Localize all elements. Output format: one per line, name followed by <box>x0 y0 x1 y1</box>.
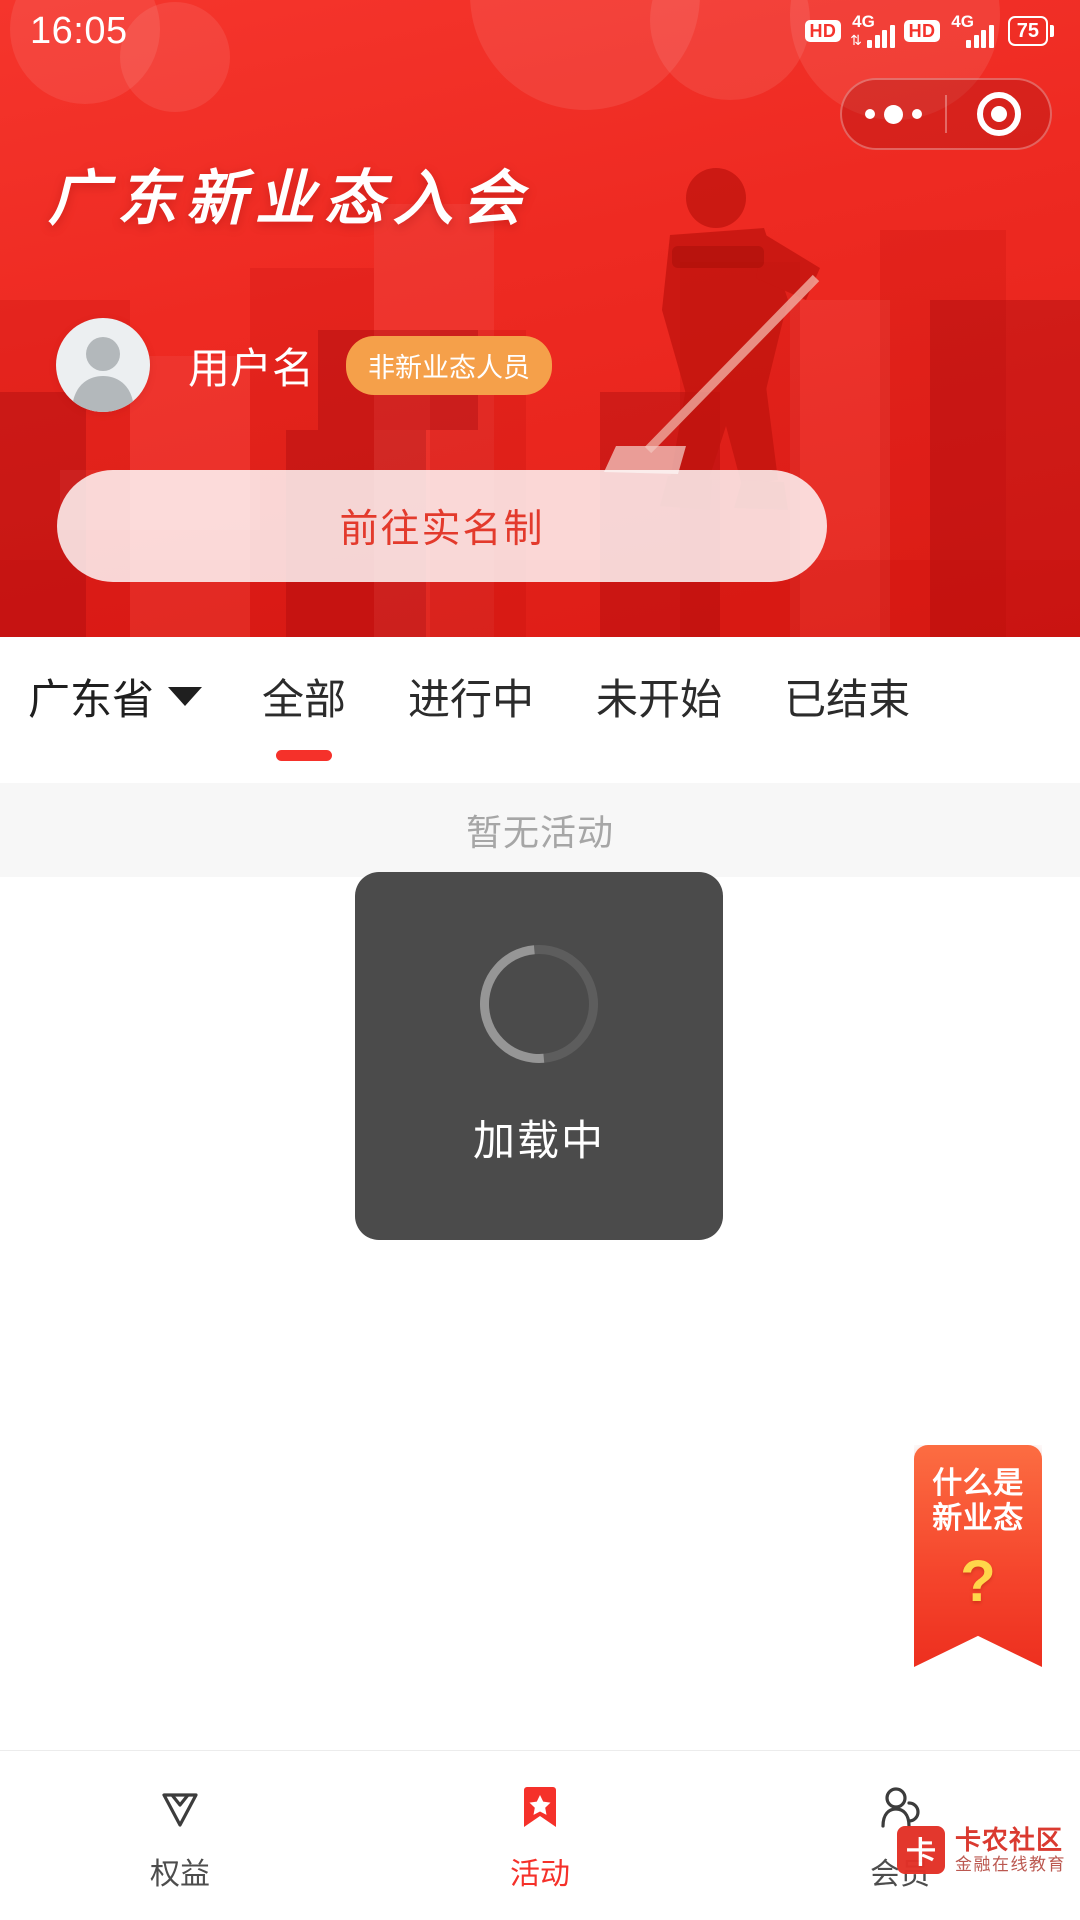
region-label: 广东省 <box>28 675 155 723</box>
question-mark-icon: ? <box>960 1549 996 1614</box>
loading-spinner-icon <box>455 920 623 1087</box>
chevron-down-icon <box>168 686 203 706</box>
network-type-2: 4G <box>951 12 974 31</box>
badge-line-2: 新业态 <box>932 1501 1024 1535</box>
data-transfer-icon: ⇅ <box>850 32 862 48</box>
more-dots-icon[interactable] <box>842 104 945 124</box>
empty-state-text: 暂无活动 <box>465 812 614 853</box>
battery-level: 75 <box>1016 20 1039 42</box>
badge-text: 什么是 新业态 <box>914 1467 1042 1537</box>
nav-item-label: 权益 <box>150 1857 210 1891</box>
page-title: 广东新业态入会 <box>48 164 531 234</box>
watermark-title: 卡农社区 <box>955 1824 1064 1855</box>
network-type-1: 4G <box>852 12 875 31</box>
person-avatar-icon <box>72 337 134 412</box>
tab-label: 未开始 <box>596 675 723 723</box>
wechat-capsule[interactable] <box>840 78 1052 150</box>
watermark-logo-icon: 卡 <box>897 1825 945 1874</box>
loading-label: 加载中 <box>472 1116 605 1164</box>
diamond-icon <box>154 1779 206 1835</box>
nav-item-0[interactable]: 权益 <box>0 1779 360 1893</box>
what-is-new-format-badge[interactable]: 什么是 新业态 ? <box>914 1445 1042 1667</box>
watermark: 卡 卡农社区 金融在线教育 <box>897 1824 1066 1874</box>
tab-list: 全部 进行中 未开始 已结束 <box>224 666 1080 761</box>
filter-tab-bar: 广东省 全部 进行中 未开始 已结束 <box>0 637 1080 761</box>
tab-3[interactable]: 已结束 <box>760 666 934 727</box>
battery-icon: 75 <box>1003 16 1054 46</box>
tab-active-indicator <box>276 749 333 761</box>
status-time: 16:05 <box>30 10 128 52</box>
tab-1[interactable]: 进行中 <box>384 666 558 727</box>
bookmark-star-icon <box>514 1779 566 1835</box>
tab-label: 全部 <box>262 675 347 723</box>
badge-line-1: 什么是 <box>932 1467 1024 1500</box>
status-indicators: HD 4G ⇅ HD 4G 75 <box>804 12 1054 48</box>
nav-item-label: 活动 <box>510 1857 570 1891</box>
user-name: 用户名 <box>188 344 315 392</box>
tab-label: 已结束 <box>784 675 911 723</box>
tab-2[interactable]: 未开始 <box>572 666 746 727</box>
empty-state-band: 暂无活动 <box>0 783 1080 877</box>
avatar[interactable] <box>56 318 150 412</box>
user-profile-row[interactable]: 用户名 非新业态人员 <box>56 318 553 412</box>
tab-0[interactable]: 全部 <box>238 666 370 761</box>
signal-icon-2: 4G <box>949 12 994 48</box>
watermark-subtitle: 金融在线教育 <box>955 1854 1066 1874</box>
region-selector[interactable]: 广东省 <box>28 666 203 727</box>
signal-icon-1: 4G ⇅ <box>850 12 895 48</box>
tab-label: 进行中 <box>408 675 535 723</box>
loading-toast: 加载中 <box>355 872 723 1240</box>
status-badge: 非新业态人员 <box>346 335 553 395</box>
hd-icon-2: HD <box>903 19 941 43</box>
realname-cta-button[interactable]: 前往实名制 <box>57 470 827 582</box>
nav-item-1[interactable]: 活动 <box>360 1779 720 1893</box>
hd-icon-1: HD <box>804 19 842 43</box>
status-bar: 16:05 HD 4G ⇅ HD 4G 75 <box>0 0 1080 62</box>
target-circle-icon[interactable] <box>947 92 1050 136</box>
